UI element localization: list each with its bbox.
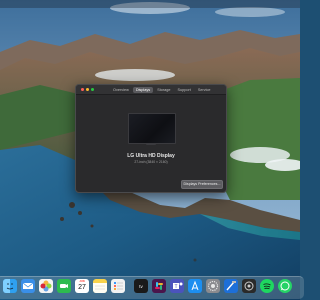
display-spec: 27-inch (3840 × 2160): [134, 160, 168, 164]
app-store-icon[interactable]: [188, 279, 202, 293]
reminders-icon[interactable]: [111, 279, 125, 293]
tab-support[interactable]: Support: [175, 87, 194, 93]
window-titlebar[interactable]: Overview Displays Storage Support Servic…: [76, 85, 226, 95]
tab-service[interactable]: Service: [195, 87, 214, 93]
slack-icon[interactable]: [152, 279, 166, 293]
capture-one-icon[interactable]: [242, 279, 256, 293]
notes-icon[interactable]: [93, 279, 107, 293]
tab-displays[interactable]: Displays: [132, 86, 154, 93]
facetime-icon[interactable]: [57, 279, 71, 293]
display-name: LG Ultra HD Display: [127, 153, 175, 159]
about-this-mac-window: Overview Displays Storage Support Servic…: [75, 84, 227, 193]
displays-preferences-button[interactable]: Displays Preferences...: [181, 180, 223, 189]
photos-icon[interactable]: [39, 279, 53, 293]
xcode-icon[interactable]: [224, 279, 238, 293]
system-preferences-icon[interactable]: [206, 279, 220, 293]
calendar-icon[interactable]: JUN 27: [75, 279, 89, 293]
tab-overview[interactable]: Overview: [110, 87, 132, 93]
mail-icon[interactable]: [21, 279, 35, 293]
teams-icon[interactable]: T: [170, 279, 184, 293]
display-stand-icon: [146, 143, 156, 145]
whatsapp-icon[interactable]: [278, 279, 292, 293]
minimize-window-button[interactable]: [86, 88, 89, 91]
zoom-window-button[interactable]: [91, 88, 94, 91]
calendar-day: 27: [78, 284, 86, 291]
menu-bar: [0, 0, 300, 8]
svg-text:tv: tv: [139, 284, 143, 289]
close-window-button[interactable]: [81, 88, 84, 91]
display-icon: [128, 113, 176, 144]
tab-storage[interactable]: Storage: [154, 87, 173, 93]
spotify-icon[interactable]: [260, 279, 274, 293]
finder-icon[interactable]: [3, 279, 17, 293]
apple-tv-icon[interactable]: tv: [134, 279, 148, 293]
tab-bar: Overview Displays Storage Support Servic…: [110, 86, 213, 93]
svg-text:T: T: [174, 284, 177, 290]
